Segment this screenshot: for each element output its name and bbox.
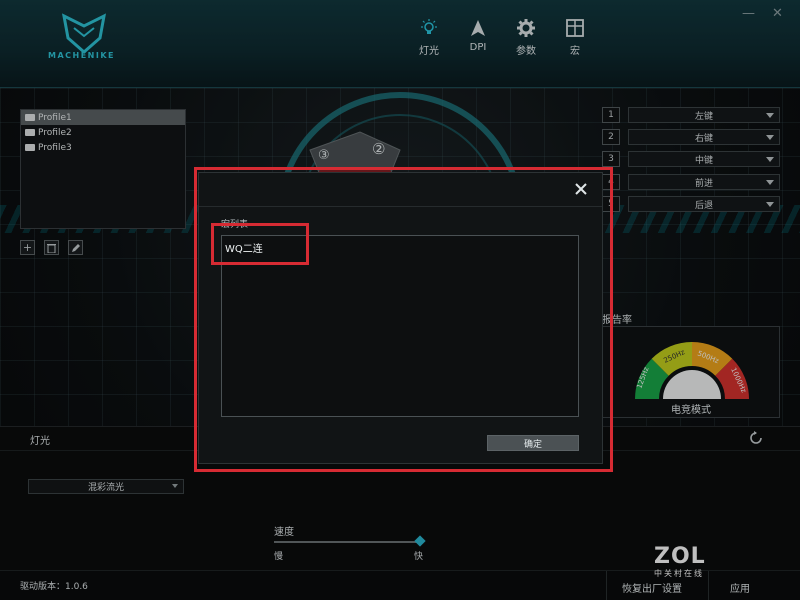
highlight-box-macro (211, 223, 309, 265)
highlight-box-dialog (194, 167, 613, 472)
app-window: MACHENIKE 灯光 DPI 参数 宏 — ✕ Profile1 Profi… (0, 0, 800, 600)
